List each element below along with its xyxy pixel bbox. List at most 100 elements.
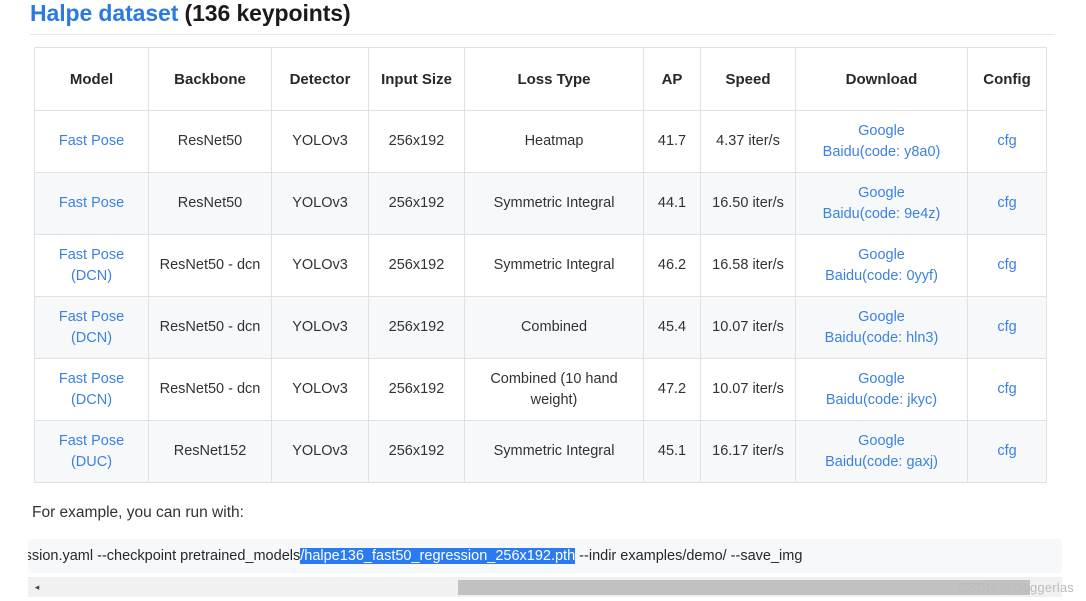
download-baidu-link[interactable]: Baidu(code: gaxj) — [806, 452, 957, 473]
run-example-caption: For example, you can run with: — [32, 504, 244, 521]
model-link[interactable]: Fast Pose — [59, 195, 124, 211]
table-row: Fast Pose (DCN) ResNet50 - dcn YOLOv3 25… — [34, 234, 1047, 297]
page-title-suffix: (136 keypoints) — [178, 0, 351, 26]
cell-input-size: 256x192 — [368, 420, 465, 483]
cell-ap: 46.2 — [643, 234, 701, 297]
cell-download: Google Baidu(code: 9e4z) — [795, 172, 968, 235]
cell-loss-type: Symmetric Integral — [464, 420, 644, 483]
model-link[interactable]: Fast Pose (DUC) — [59, 433, 124, 470]
column-header-loss-type: Loss Type — [464, 47, 644, 111]
cell-backbone: ResNet50 - dcn — [148, 358, 272, 421]
cell-speed: 16.17 iter/s — [700, 420, 796, 483]
download-google-link[interactable]: Google — [806, 431, 957, 452]
code-text-before: snet/256x192_res50_lr1e-3_2x-regression.… — [28, 548, 301, 564]
download-baidu-link[interactable]: Baidu(code: 9e4z) — [806, 204, 957, 225]
cell-backbone: ResNet50 — [148, 172, 272, 235]
model-link[interactable]: Fast Pose — [59, 133, 124, 149]
download-google-link[interactable]: Google — [806, 245, 957, 266]
column-header-config: Config — [967, 47, 1047, 111]
cell-backbone: ResNet152 — [148, 420, 272, 483]
table-row: Fast Pose (DCN) ResNet50 - dcn YOLOv3 25… — [34, 296, 1047, 359]
model-table-body: Fast Pose ResNet50 YOLOv3 256x192 Heatma… — [34, 110, 1047, 483]
cell-ap: 41.7 — [643, 110, 701, 173]
cell-input-size: 256x192 — [368, 296, 465, 359]
cell-ap: 45.1 — [643, 420, 701, 483]
cell-ap: 47.2 — [643, 358, 701, 421]
cell-input-size: 256x192 — [368, 234, 465, 297]
cell-detector: YOLOv3 — [271, 420, 369, 483]
cell-download: Google Baidu(code: gaxj) — [795, 420, 968, 483]
cell-backbone: ResNet50 - dcn — [148, 234, 272, 297]
model-link[interactable]: Fast Pose (DCN) — [59, 309, 124, 346]
cell-detector: YOLOv3 — [271, 234, 369, 297]
column-header-model: Model — [34, 47, 149, 111]
code-text: snet/256x192_res50_lr1e-3_2x-regression.… — [28, 539, 802, 573]
cell-ap: 45.4 — [643, 296, 701, 359]
column-header-download: Download — [795, 47, 968, 111]
cell-download: Google Baidu(code: jkyc) — [795, 358, 968, 421]
download-google-link[interactable]: Google — [806, 307, 957, 328]
cell-input-size: 256x192 — [368, 110, 465, 173]
column-header-backbone: Backbone — [148, 47, 272, 111]
cell-ap: 44.1 — [643, 172, 701, 235]
code-block-container: snet/256x192_res50_lr1e-3_2x-regression.… — [28, 539, 1062, 597]
download-google-link[interactable]: Google — [806, 369, 957, 390]
table-row: Fast Pose ResNet50 YOLOv3 256x192 Symmet… — [34, 172, 1047, 235]
download-baidu-link[interactable]: Baidu(code: 0yyf) — [806, 266, 957, 287]
model-table-head: Model Backbone Detector Input Size Loss … — [34, 47, 1047, 111]
cell-loss-type: Symmetric Integral — [464, 172, 644, 235]
cell-detector: YOLOv3 — [271, 110, 369, 173]
cell-loss-type: Combined (10 hand weight) — [464, 358, 644, 421]
column-header-input-size: Input Size — [368, 47, 465, 111]
page-root: Halpe dataset (136 keypoints) Model Back… — [0, 0, 1086, 601]
model-link[interactable]: Fast Pose (DCN) — [59, 371, 124, 408]
table-row: Fast Pose (DUC) ResNet152 YOLOv3 256x192… — [34, 420, 1047, 483]
config-link[interactable]: cfg — [997, 257, 1016, 273]
cell-speed: 10.07 iter/s — [700, 296, 796, 359]
scrollbar-thumb[interactable] — [458, 580, 1030, 595]
model-link[interactable]: Fast Pose (DCN) — [59, 247, 124, 284]
config-link[interactable]: cfg — [997, 381, 1016, 397]
column-header-speed: Speed — [700, 47, 796, 111]
config-link[interactable]: cfg — [997, 319, 1016, 335]
model-table: Model Backbone Detector Input Size Loss … — [34, 47, 1047, 483]
cell-speed: 10.07 iter/s — [700, 358, 796, 421]
config-link[interactable]: cfg — [997, 195, 1016, 211]
cell-input-size: 256x192 — [368, 172, 465, 235]
download-google-link[interactable]: Google — [806, 183, 957, 204]
column-header-detector: Detector — [271, 47, 369, 111]
table-row: Fast Pose (DCN) ResNet50 - dcn YOLOv3 25… — [34, 358, 1047, 421]
download-baidu-link[interactable]: Baidu(code: jkyc) — [806, 390, 957, 411]
config-link[interactable]: cfg — [997, 133, 1016, 149]
cell-loss-type: Combined — [464, 296, 644, 359]
code-block[interactable]: snet/256x192_res50_lr1e-3_2x-regression.… — [28, 539, 1062, 573]
cell-backbone: ResNet50 - dcn — [148, 296, 272, 359]
table-header-row: Model Backbone Detector Input Size Loss … — [34, 47, 1047, 111]
cell-download: Google Baidu(code: hln3) — [795, 296, 968, 359]
download-google-link[interactable]: Google — [806, 121, 957, 142]
config-link[interactable]: cfg — [997, 443, 1016, 459]
cell-download: Google Baidu(code: 0yyf) — [795, 234, 968, 297]
cell-input-size: 256x192 — [368, 358, 465, 421]
table-row: Fast Pose ResNet50 YOLOv3 256x192 Heatma… — [34, 110, 1047, 173]
cell-detector: YOLOv3 — [271, 358, 369, 421]
download-baidu-link[interactable]: Baidu(code: hln3) — [806, 328, 957, 349]
page-header: Halpe dataset (136 keypoints) — [0, 0, 1086, 34]
column-header-ap: AP — [643, 47, 701, 111]
cell-speed: 16.50 iter/s — [700, 172, 796, 235]
horizontal-scrollbar[interactable]: ◂ — [28, 577, 1062, 597]
model-table-container: Model Backbone Detector Input Size Loss … — [0, 35, 1086, 483]
cell-speed: 16.58 iter/s — [700, 234, 796, 297]
code-text-selected[interactable]: /halpe136_fast50_regression_256x192.pth — [300, 548, 576, 564]
page-title-link[interactable]: Halpe dataset — [30, 0, 178, 26]
cell-speed: 4.37 iter/s — [700, 110, 796, 173]
scroll-left-arrow-icon[interactable]: ◂ — [28, 578, 46, 597]
download-baidu-link[interactable]: Baidu(code: y8a0) — [806, 142, 957, 163]
cell-detector: YOLOv3 — [271, 296, 369, 359]
page-title: Halpe dataset (136 keypoints) — [30, 0, 1086, 34]
cell-loss-type: Symmetric Integral — [464, 234, 644, 297]
cell-loss-type: Heatmap — [464, 110, 644, 173]
cell-backbone: ResNet50 — [148, 110, 272, 173]
cell-detector: YOLOv3 — [271, 172, 369, 235]
cell-download: Google Baidu(code: y8a0) — [795, 110, 968, 173]
